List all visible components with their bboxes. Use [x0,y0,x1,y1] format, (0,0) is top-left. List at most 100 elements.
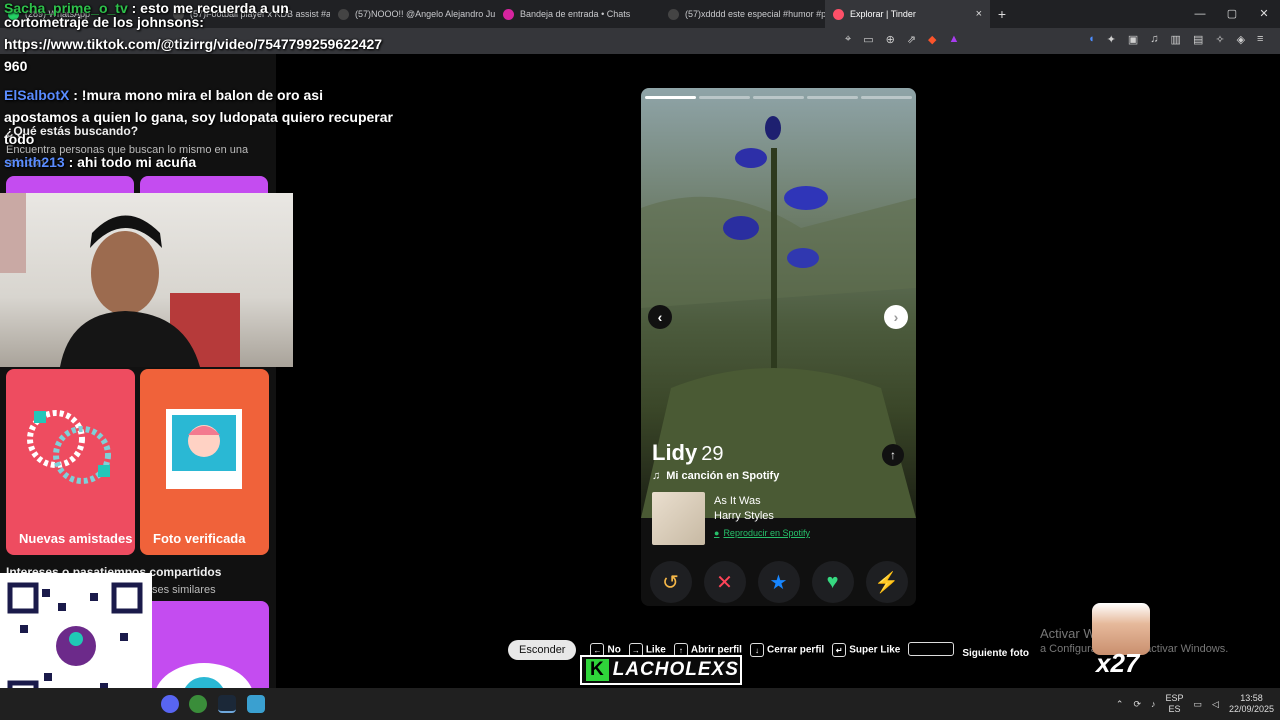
windows-taskbar: ⌃ ⟳ ♪ ESP ES ▭ ◁ 13:58 22/09/2025 [0,688,1280,720]
category-label: Nuevas amistades [19,531,133,546]
nope-button[interactable]: ✕ [703,561,746,603]
instagram-icon [503,8,514,20]
spotify-play-link[interactable]: ● Reproducir en Spotify [714,528,810,538]
ai-icon[interactable]: ✧ [1215,33,1224,46]
chat-message: ElSalbotX : !mura mono mira el balon de … [4,84,394,150]
sidebar-icon[interactable]: ▥ [1171,33,1181,46]
super-like-button[interactable]: ★ [757,561,800,603]
tab-instagram[interactable]: Bandeja de entrada • Chats [495,0,660,28]
song-info: As It Was Harry Styles [714,494,774,524]
language-indicator[interactable]: ESP ES [1166,693,1184,715]
shortcut-label: Siguiente foto [962,647,1030,659]
profile-card[interactable]: ‹ › ↑ Lidy 29 ♫ Mi canción en Spotify As I… [641,88,916,606]
photo-bar [699,96,750,99]
share-icon[interactable]: ⇗ [907,33,916,46]
rewind-icon: ↺ [662,571,679,594]
spotify-anthem-heading: ♫ Mi canción en Spotify [652,470,779,482]
tab-label: (57)xdddd este especial #humor #pa [685,9,825,19]
category-verified-photo[interactable]: Foto verificada [140,369,269,555]
taskbar-clock[interactable]: 13:58 22/09/2025 [1229,693,1274,715]
chevron-right-icon: › [893,309,899,325]
shortcut-label: Abrir perfil [690,644,742,656]
chat-username: ElSalbotX [4,87,70,103]
logo-name: LACHOLEXS [612,659,739,680]
donation-multiplier: x27 [1096,648,1140,678]
star-icon: ★ [769,571,788,594]
hide-shortcuts-button[interactable]: Esconder [508,640,577,660]
logo-k: K [586,659,609,681]
menu-icon[interactable]: ≡ [1257,33,1263,46]
action-bar: ↺ ✕ ★ ♥ ⚡ [641,558,916,606]
shortcut-label: Super Like [849,644,901,656]
microphone-icon[interactable]: ♪ [1151,699,1156,709]
streamer-logo: K LACHOLEXS [580,655,742,685]
minimize-button[interactable]: — [1184,0,1216,28]
brave-rewards-icon[interactable]: ▲ [949,33,960,46]
overlay-url-end: 960 [4,58,28,74]
tab-tiktok-2[interactable]: (57)NOOO!! @Angelo Alejandro Jul #V [330,0,495,28]
webcam-feed [0,193,240,367]
volume-icon[interactable]: ◁ [1212,699,1219,710]
tinder-icon [833,8,844,20]
verified-photo-icon [166,409,242,489]
vpn-icon[interactable]: ◈ [1237,33,1245,46]
interests-subheading: ses similares [152,584,216,596]
rewind-button[interactable]: ↺ [649,561,692,603]
profile-name: Lidy [652,440,698,465]
wallet-icon[interactable]: ▤ [1193,33,1203,46]
tab-tinder[interactable]: Explorar | Tinder × [825,0,990,28]
enter-key-icon: ↵ [832,643,847,657]
arrow-down-key-icon: ↓ [749,643,764,657]
close-tab-button[interactable]: × [976,8,982,20]
chat-message: smith213 : ahi todo mi acuña [4,154,196,170]
new-tab-button[interactable]: + [990,6,1014,22]
music-icon[interactable]: ♫ [1150,33,1158,46]
shortcut-next-photo: Siguiente foto [908,641,1030,659]
chevron-up-icon[interactable]: ⌃ [1116,699,1124,710]
clock-date: 22/09/2025 [1228,704,1274,714]
lightning-icon: ⚡ [874,571,899,594]
discord-icon[interactable] [161,695,179,713]
like-button[interactable]: ♥ [811,561,854,603]
boost-button[interactable]: ⚡ [865,561,908,603]
app-icon[interactable] [247,695,265,713]
close-icon: ✕ [716,571,733,594]
screen-icon[interactable]: ▭ [863,33,873,46]
cast-icon[interactable]: ▣ [1128,33,1138,46]
next-photo-button[interactable]: › [884,305,908,329]
tab-tiktok-3[interactable]: (57)xdddd este especial #humor #pa [660,0,825,28]
network-icon[interactable]: ▭ [1194,699,1203,710]
profile-age: 29 [701,443,724,465]
language-secondary: ES [1168,704,1181,714]
shortcut-close-profile: ↓ Cerrar perfil [749,643,824,657]
song-title: As It Was [714,495,761,507]
category-interests[interactable] [140,601,269,701]
extensions-icon[interactable]: ✦ [1107,33,1116,46]
tab-label: Explorar | Tinder [850,9,916,19]
shortcut-label: Like [645,644,666,656]
previous-photo-button[interactable]: ‹ [648,305,672,329]
chevron-left-icon: ‹ [657,309,663,325]
heart-icon: ♥ [826,570,839,593]
chat-text: : ahi todo mi acuña [68,154,197,170]
album-art [652,492,705,545]
category-new-friends[interactable]: Nuevas amistades [6,369,135,555]
sync-icon[interactable]: ⟳ [1133,699,1141,710]
spotify-icon: ● [714,528,720,538]
steam-icon[interactable] [218,695,236,713]
brave-shield-icon[interactable]: ◆ [928,33,936,46]
bracelet-icon [27,410,111,484]
location-icon[interactable]: ⌖ [845,33,851,46]
open-profile-button[interactable]: ↑ [882,444,904,466]
close-window-button[interactable]: ✕ [1248,0,1280,28]
overlay-url: https://www.tiktok.com/@tizirrg/video/75… [4,36,383,52]
photo-bar [645,96,696,99]
audio-icon[interactable]: ◖ [1088,33,1095,46]
language-primary: ESP [1165,693,1184,703]
extension-icons: ◖ ✦ ▣ ♫ ▥ ▤ ✧ ◈ ≡ [1088,33,1263,46]
tiktok-icon [668,8,679,20]
maximize-button[interactable]: ▢ [1216,0,1248,28]
xbox-icon[interactable] [189,695,207,713]
address-bar-icons: ⌖ ▭ ⊕ ⇗ ◆ ▲ [845,33,959,46]
zoom-icon[interactable]: ⊕ [886,33,895,46]
